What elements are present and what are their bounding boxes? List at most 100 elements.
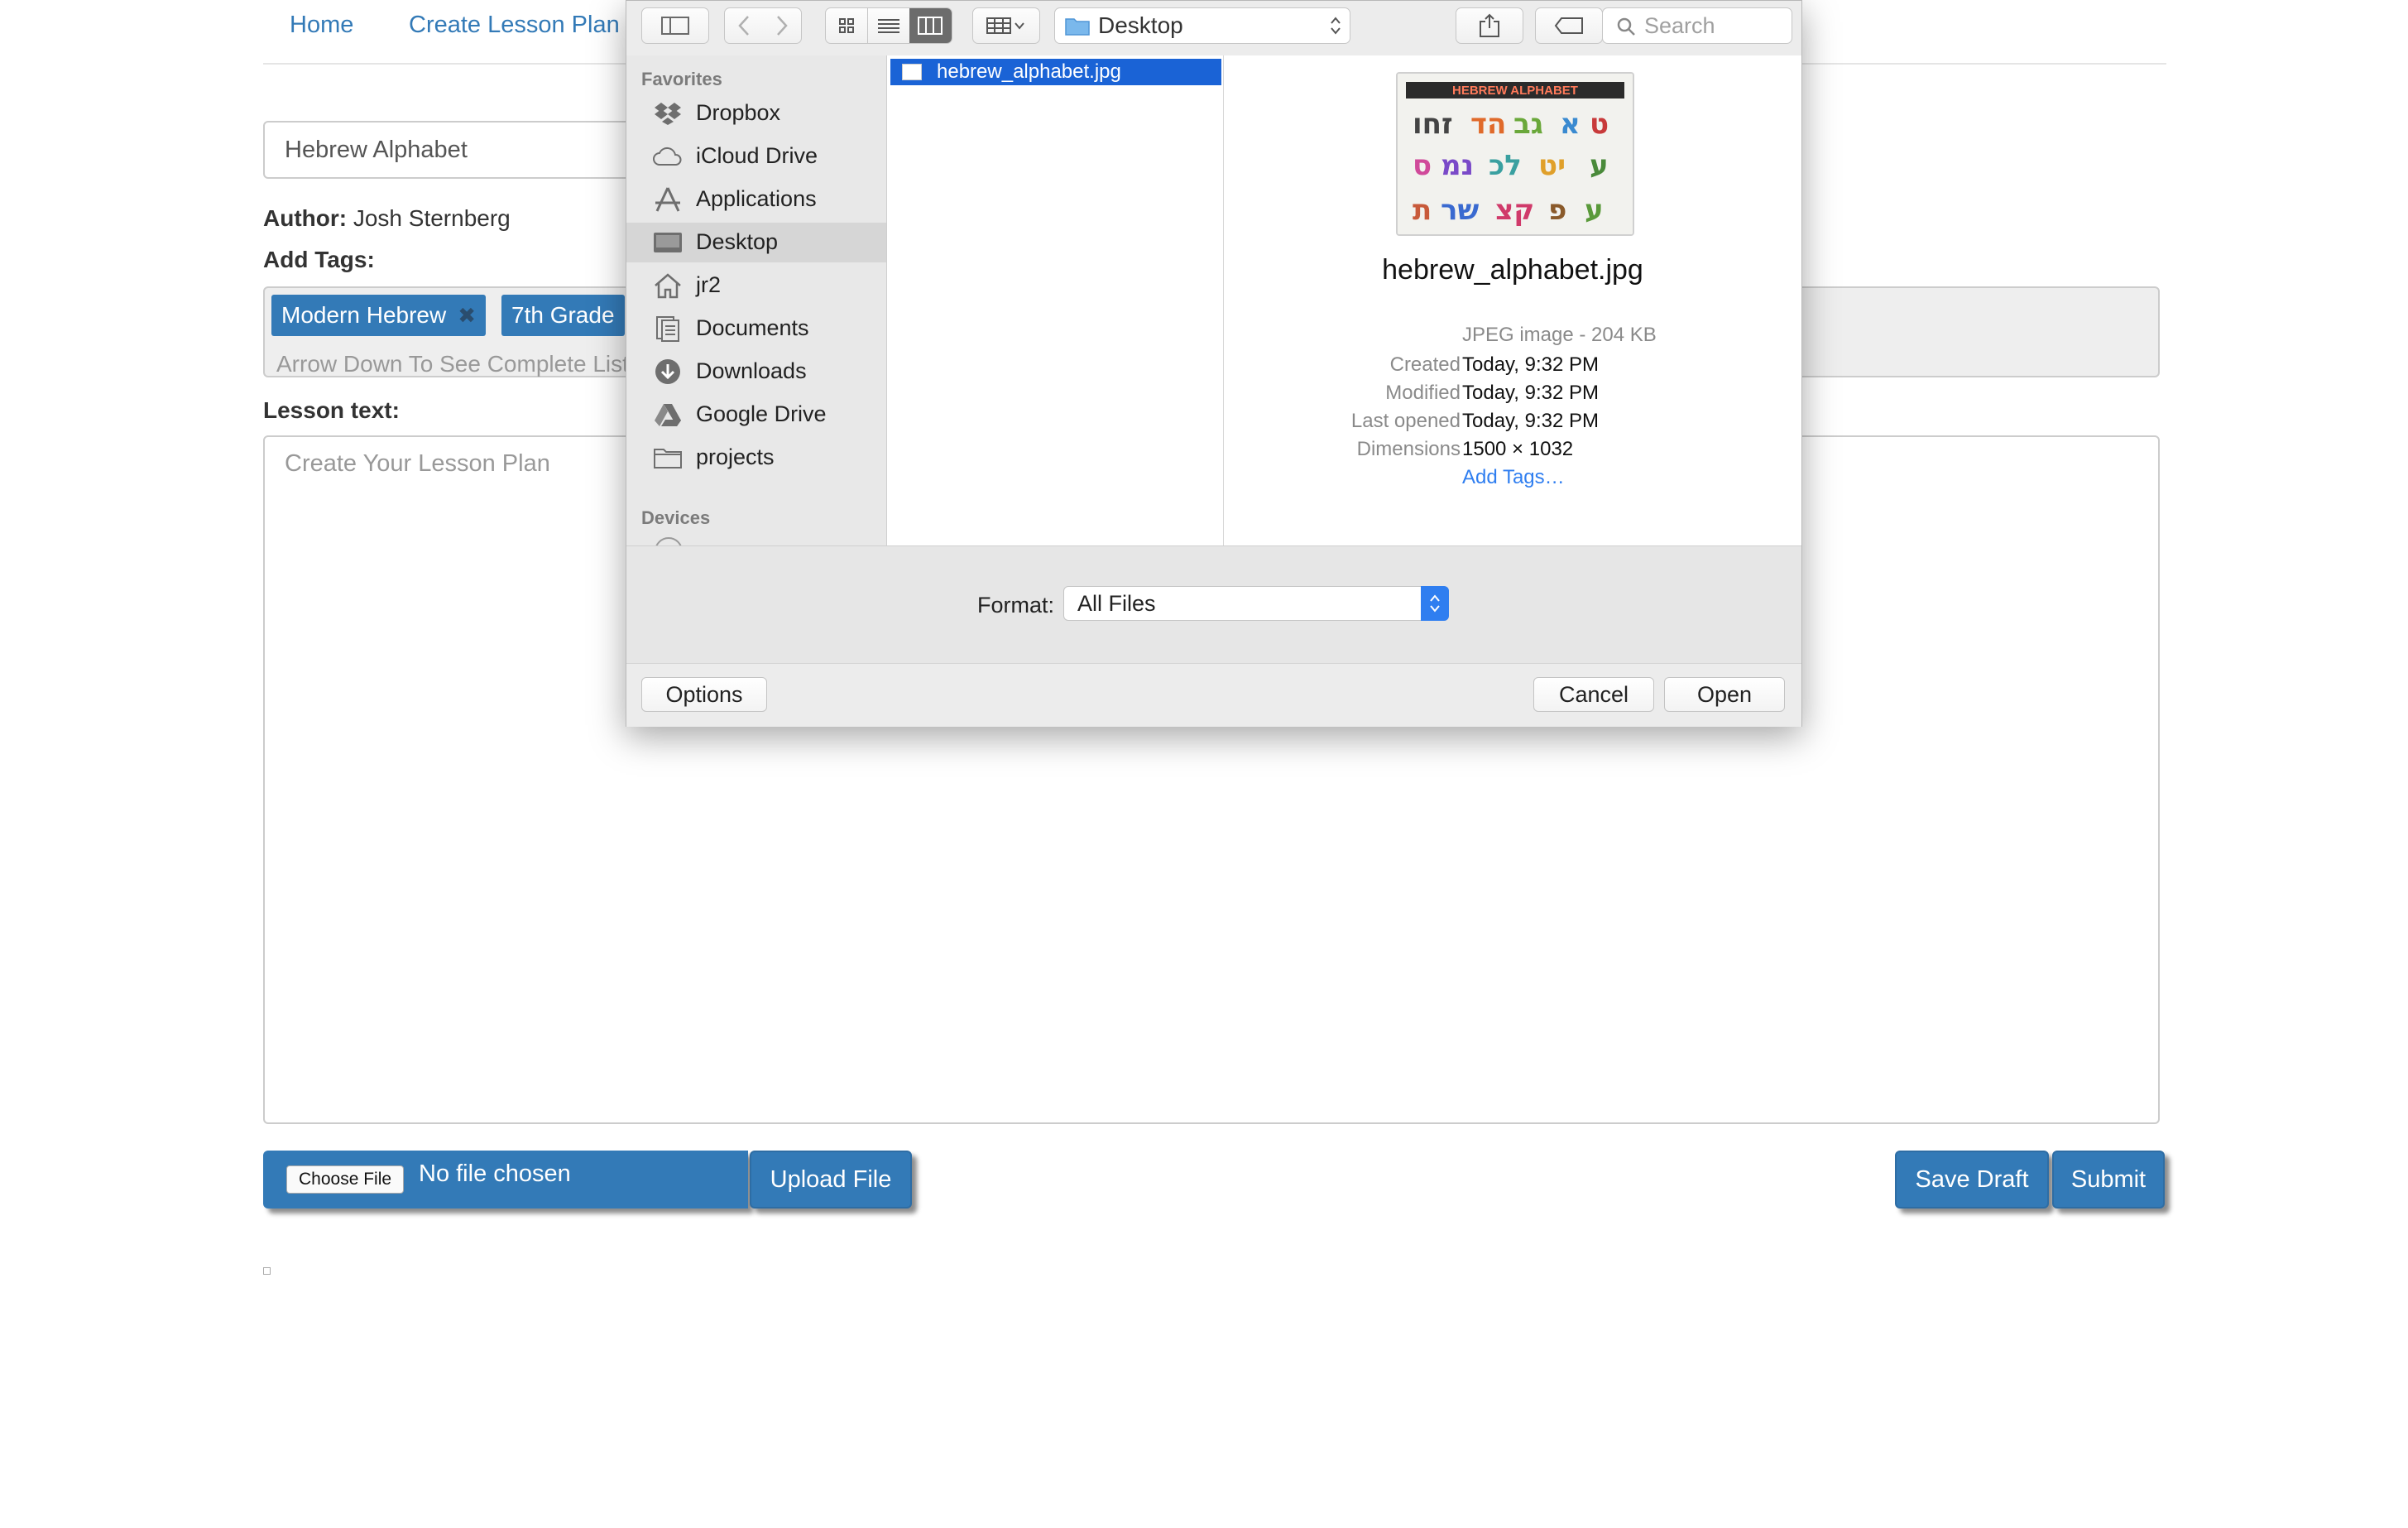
- search-icon: [1617, 17, 1635, 36]
- sidebar-item-projects[interactable]: projects: [626, 438, 886, 478]
- sidebar-item-dropbox[interactable]: Dropbox: [626, 94, 886, 133]
- format-select[interactable]: All Files: [1063, 586, 1449, 621]
- add-tags-link[interactable]: Add Tags…: [1462, 466, 1565, 489]
- sidebar-toggle-button[interactable]: [641, 7, 709, 44]
- dropbox-icon: [653, 100, 683, 127]
- choose-file-button[interactable]: Choose File: [286, 1165, 405, 1194]
- tag-icon: [1554, 17, 1583, 34]
- sidebar-item-downloads[interactable]: Downloads: [626, 352, 886, 392]
- location-popup[interactable]: Desktop: [1054, 7, 1350, 44]
- documents-icon: [653, 315, 683, 342]
- modified-label: Modified: [1385, 382, 1461, 404]
- tag-search-input[interactable]: Arrow Down To See Complete List: [276, 351, 629, 377]
- file-name: hebrew_alphabet.jpg: [937, 60, 1121, 83]
- svg-text:א: א: [1560, 108, 1581, 141]
- sidebar-item-jr2[interactable]: jr2: [626, 266, 886, 305]
- back-forward-group: [724, 7, 802, 44]
- folder-icon: [1065, 18, 1090, 36]
- save-draft-button[interactable]: Save Draft: [1895, 1151, 2049, 1208]
- file-kind: JPEG image - 204 KB: [1462, 324, 1657, 346]
- arrange-menu-button[interactable]: [972, 7, 1040, 44]
- tag-chip: Modern Hebrew ✖: [271, 295, 486, 336]
- sidebar-item-label: Google Drive: [696, 401, 827, 426]
- tag-remove-icon[interactable]: ✖: [458, 303, 476, 328]
- tag-label: 7th Grade: [511, 302, 615, 328]
- sidebar-item-google-drive[interactable]: Google Drive: [626, 395, 886, 435]
- sidebar-item-icloud-drive[interactable]: iCloud Drive: [626, 137, 886, 176]
- svg-text:הד: הד: [1470, 108, 1506, 141]
- svg-text:גב: גב: [1513, 108, 1543, 141]
- sidebar-item-desktop[interactable]: Desktop: [626, 223, 886, 262]
- upload-file-button[interactable]: Upload File: [750, 1151, 912, 1208]
- created-value: Today, 9:32 PM: [1462, 353, 1599, 376]
- svg-text:ס: ס: [1413, 149, 1432, 182]
- open-file-dialog: Desktop Search Favorites Dropbox iCloud …: [626, 0, 1802, 727]
- hebrew-alphabet-chart-thumbnail: HEBREW ALPHABET זחו הד גב א ט ס נמ לכ יט ע ת שר קצ…: [1398, 74, 1633, 234]
- svg-text:ע: ע: [1590, 149, 1609, 182]
- dialog-sidebar: Favorites Dropbox iCloud Drive Applicati…: [626, 55, 887, 545]
- icon-view-button[interactable]: [826, 8, 867, 43]
- dimensions-value: 1500 × 1032: [1462, 438, 1574, 460]
- favorites-header: Favorites: [641, 69, 722, 89]
- svg-text:ט: ט: [1590, 108, 1609, 141]
- columns-icon: [918, 17, 943, 35]
- share-button[interactable]: [1456, 7, 1523, 44]
- google-drive-icon: [653, 401, 683, 428]
- small-marker: [263, 1267, 271, 1275]
- open-button[interactable]: Open: [1664, 677, 1785, 712]
- sidebar-icon: [661, 17, 689, 35]
- sidebar-item-label: Documents: [696, 315, 809, 340]
- list-view-button[interactable]: [867, 8, 909, 43]
- cloud-icon: [653, 143, 683, 170]
- file-row-selected[interactable]: hebrew_alphabet.jpg: [890, 59, 1221, 85]
- disk-icon[interactable]: [655, 537, 683, 545]
- sidebar-item-label: Downloads: [696, 358, 807, 383]
- arrange-icon: [986, 17, 1024, 34]
- chevron-updown-icon: [1331, 17, 1341, 35]
- svg-text:קצ: קצ: [1495, 194, 1534, 227]
- downloads-icon: [653, 358, 683, 385]
- list-icon: [878, 19, 899, 33]
- author-line: Author: Josh Sternberg: [263, 205, 511, 232]
- sidebar-item-applications[interactable]: Applications: [626, 180, 886, 219]
- sidebar-item-label: jr2: [696, 272, 722, 297]
- created-label: Created: [1389, 353, 1461, 376]
- sidebar-item-label: Applications: [696, 186, 817, 211]
- modified-value: Today, 9:32 PM: [1462, 382, 1599, 404]
- cancel-button[interactable]: Cancel: [1533, 677, 1654, 712]
- location-name: Desktop: [1098, 12, 1183, 38]
- author-name: Josh Sternberg: [353, 205, 511, 231]
- search-field[interactable]: Search: [1602, 7, 1792, 44]
- sidebar-item-label: iCloud Drive: [696, 143, 818, 168]
- submit-button[interactable]: Submit: [2052, 1151, 2165, 1208]
- back-icon[interactable]: [737, 15, 751, 36]
- dialog-button-bar: Options Cancel Open: [626, 663, 1801, 727]
- thumbnail-title: HEBREW ALPHABET: [1452, 84, 1578, 98]
- preview-pane: HEBREW ALPHABET זחו הד גב א ט ס נמ לכ יט ע ת שר קצ…: [1224, 55, 1801, 545]
- column-view-button[interactable]: [909, 8, 952, 43]
- author-label: Author:: [263, 205, 348, 231]
- format-area: Format: All Files: [626, 545, 1801, 664]
- lesson-text-label: Lesson text:: [263, 397, 400, 423]
- sidebar-item-label: Dropbox: [696, 100, 781, 125]
- file-input[interactable]: Choose File No file chosen: [263, 1151, 748, 1208]
- search-placeholder: Search: [1644, 13, 1715, 38]
- svg-text:ע: ע: [1585, 194, 1604, 227]
- options-button[interactable]: Options: [641, 677, 767, 712]
- chevron-updown-icon: [1421, 586, 1449, 621]
- format-label: Format:: [977, 593, 1055, 617]
- svg-text:ת: ת: [1413, 194, 1432, 227]
- tag-chip: 7th Grade: [501, 295, 625, 336]
- tags-button[interactable]: [1535, 7, 1603, 44]
- nav-home-link[interactable]: Home: [290, 12, 353, 39]
- home-icon: [653, 272, 683, 299]
- image-thumbnail: HEBREW ALPHABET זחו הד גב א ט ס נמ לכ יט ע ת שר קצ…: [1396, 72, 1634, 236]
- nav-create-lesson-plan-link[interactable]: Create Lesson Plan: [409, 12, 620, 39]
- sidebar-item-documents[interactable]: Documents: [626, 309, 886, 348]
- forward-icon[interactable]: [775, 15, 789, 36]
- add-tags-label: Add Tags:: [263, 247, 375, 272]
- last-opened-value: Today, 9:32 PM: [1462, 410, 1599, 432]
- grid-icon: [839, 18, 854, 33]
- sidebar-item-label: Desktop: [696, 229, 779, 254]
- format-value: All Files: [1077, 591, 1156, 616]
